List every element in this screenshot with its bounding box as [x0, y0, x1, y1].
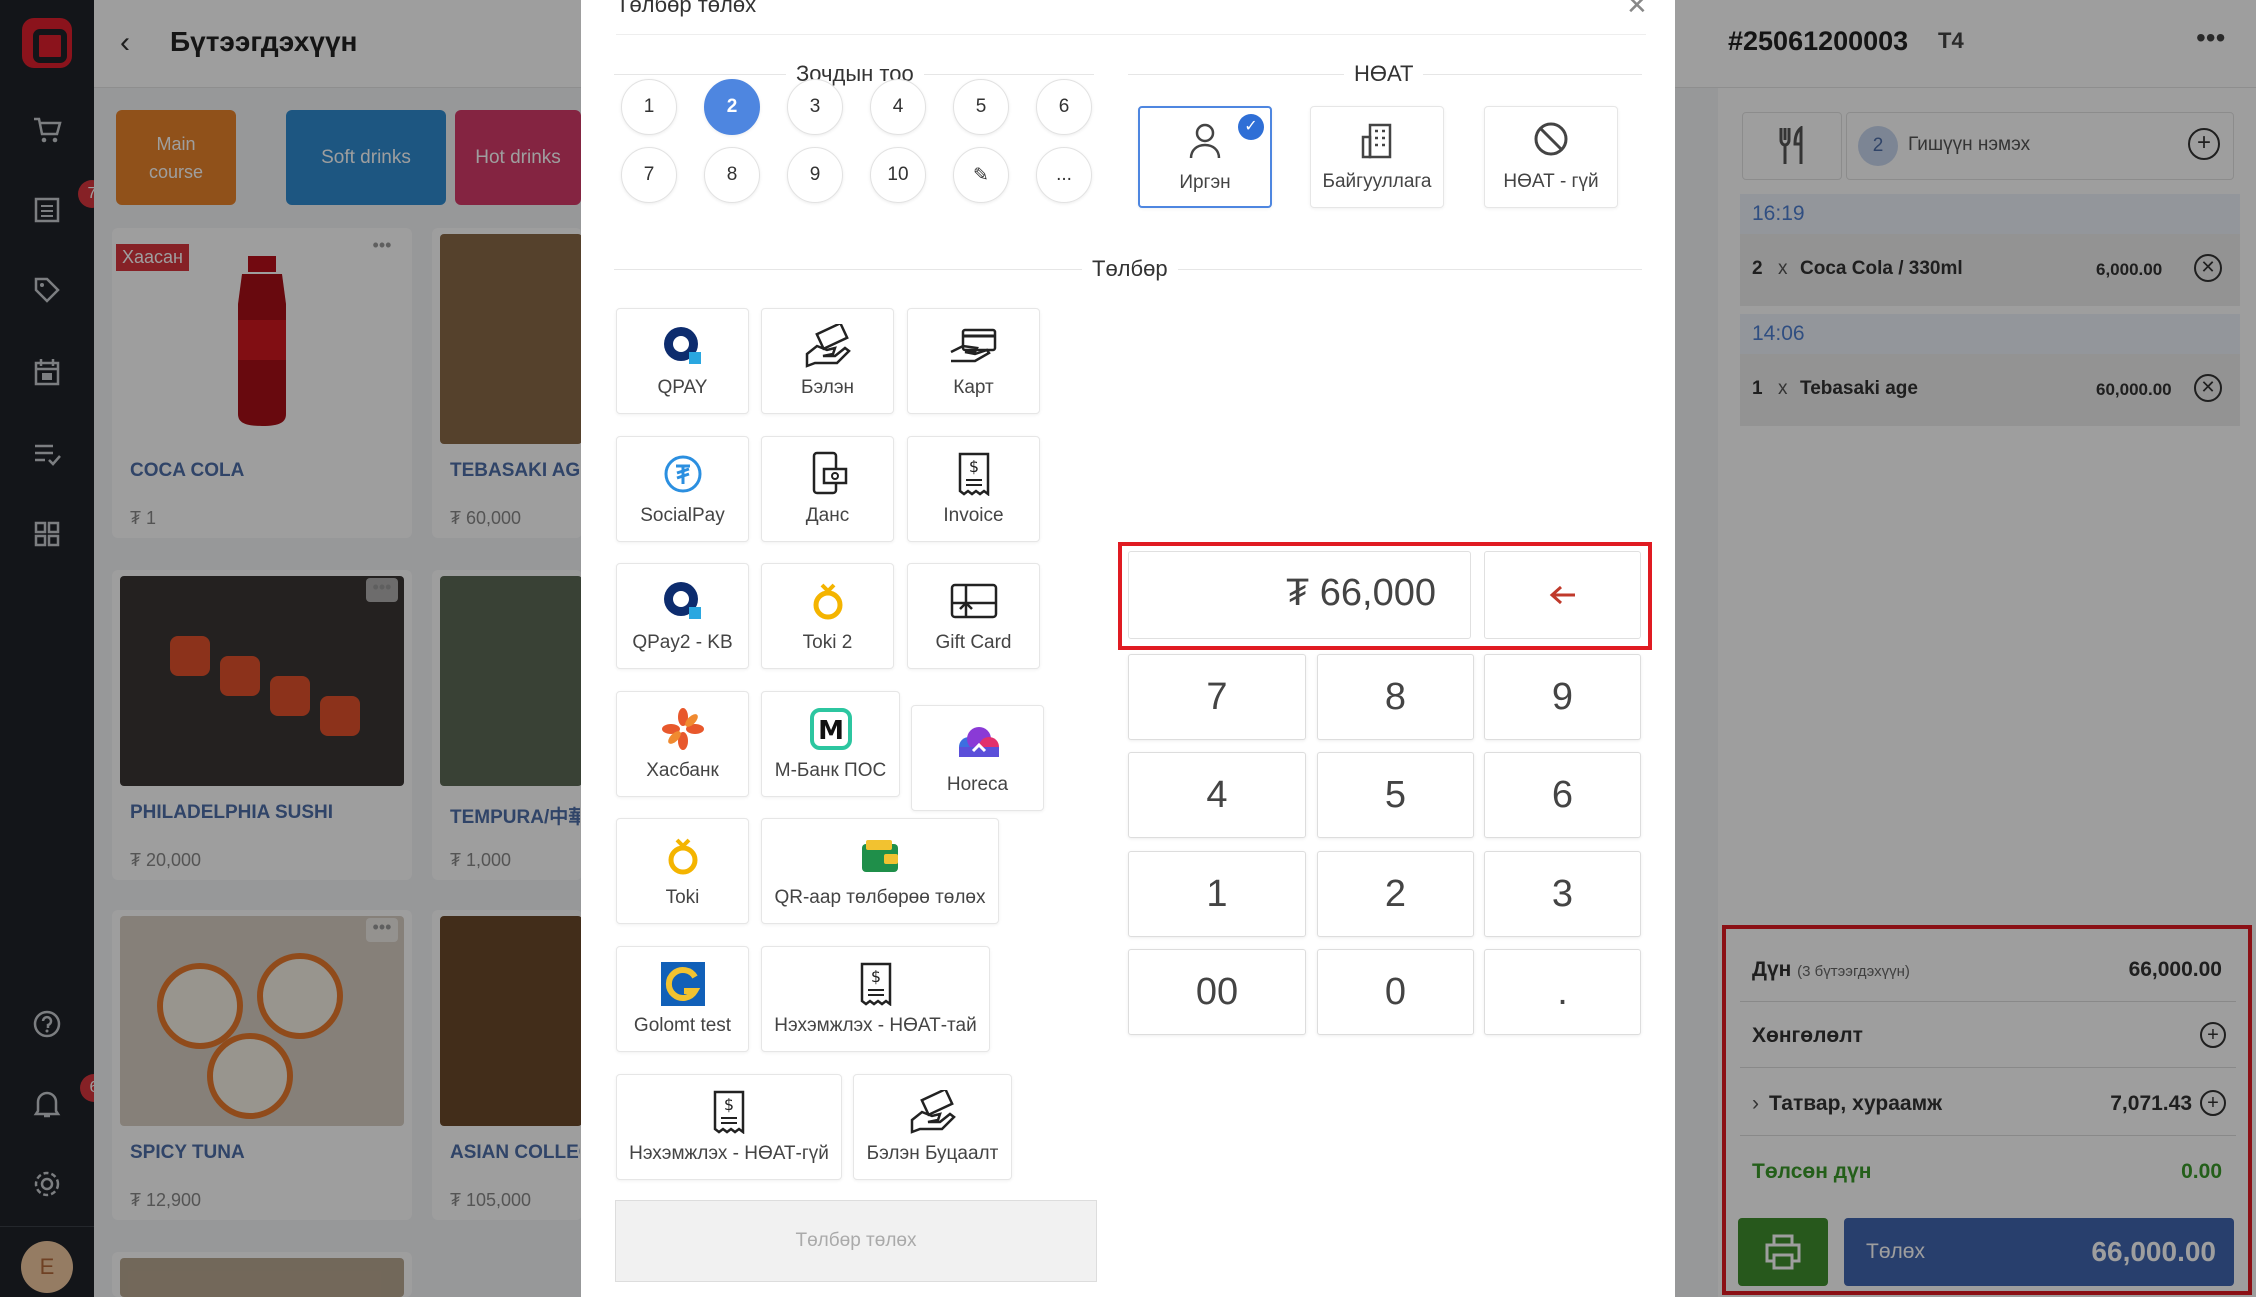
- payment-method-label: Нэхэмжлэх - НӨАТ-гүй: [629, 1143, 829, 1164]
- qpay-icon: [663, 327, 701, 364]
- vat-option-organization[interactable]: Байгууллага: [1310, 106, 1444, 208]
- guest-count-button[interactable]: 2: [704, 79, 760, 135]
- payment-method-label: QPAY: [657, 377, 708, 398]
- vat-option-label: Иргэн: [1179, 172, 1231, 193]
- cash-hand-icon: [910, 1090, 956, 1134]
- payment-method-bank-account[interactable]: Данс: [761, 436, 894, 542]
- cash-hand-icon: [805, 324, 851, 368]
- svg-text:$: $: [968, 457, 978, 476]
- golomt-icon: [660, 962, 705, 1006]
- vat-section-title: НӨАТ: [1344, 61, 1424, 87]
- modal-title: Төлбөр төлөх: [616, 0, 757, 17]
- guest-count-button[interactable]: 10: [870, 147, 926, 203]
- keypad-key[interactable]: 00: [1128, 949, 1306, 1035]
- vat-option-label: НӨАТ - гүй: [1503, 171, 1599, 192]
- guest-count-button[interactable]: 6: [1036, 79, 1092, 135]
- payment-method-label: Бэлэн: [800, 377, 855, 398]
- payment-method-label: SocialPay: [640, 505, 725, 526]
- bank-phone-icon: [812, 451, 847, 495]
- more-guests-button[interactable]: ...: [1036, 147, 1092, 203]
- payment-method-qr-pay[interactable]: QR-аар төлбөрөө төлөх: [761, 818, 999, 924]
- payment-method-cash-refund[interactable]: Бэлэн Буцаалт: [853, 1074, 1012, 1180]
- keypad-key[interactable]: 2: [1317, 851, 1474, 937]
- wallet-icon: [862, 840, 898, 872]
- payment-method-label: Invoice: [943, 505, 1004, 526]
- guest-count-button[interactable]: 5: [953, 79, 1009, 135]
- payment-method-socialpay[interactable]: SocialPay: [616, 436, 749, 542]
- person-icon: [1189, 123, 1221, 159]
- payment-method-label: QPay2 - KB: [632, 632, 733, 653]
- payment-method-qpay2-kb[interactable]: QPay2 - KB: [616, 563, 749, 669]
- keypad-key[interactable]: 0: [1317, 949, 1474, 1035]
- guest-count-button[interactable]: 8: [704, 147, 760, 203]
- payment-section-title: Төлбөр: [1082, 256, 1178, 282]
- amount-highlight: [1118, 542, 1652, 650]
- card-hand-icon: [949, 328, 996, 363]
- close-icon[interactable]: ✕: [1626, 0, 1648, 21]
- keypad-key[interactable]: 8: [1317, 654, 1474, 740]
- checkmark-icon: ✓: [1238, 114, 1264, 140]
- svg-text:$: $: [724, 1095, 734, 1114]
- keypad-key[interactable]: 4: [1128, 752, 1306, 838]
- building-icon: [1361, 123, 1392, 159]
- horeca-icon: [958, 727, 999, 757]
- payment-method-label: Gift Card: [935, 632, 1012, 653]
- payment-method-toki2[interactable]: Toki 2: [761, 563, 894, 669]
- svg-text:$: $: [870, 967, 880, 986]
- payment-method-label: Toki 2: [802, 632, 853, 653]
- gift-card-icon: [950, 583, 997, 619]
- payment-method-label: Карт: [953, 377, 994, 398]
- payment-method-label: Нэхэмжлэх - НӨАТ-тай: [774, 1015, 977, 1036]
- toki-icon: [813, 583, 842, 620]
- guest-count-button[interactable]: 1: [621, 79, 677, 135]
- payment-method-qpay[interactable]: QPAY: [616, 308, 749, 414]
- payment-method-label: Golomt test: [633, 1015, 732, 1036]
- vat-option-citizen[interactable]: Иргэн ✓: [1138, 106, 1272, 208]
- payment-method-mbank-pos[interactable]: M М-Банк ПОС: [761, 691, 900, 797]
- payment-method-gift-card[interactable]: Gift Card: [907, 563, 1040, 669]
- payment-method-label: QR-аар төлбөрөө төлөх: [774, 887, 986, 908]
- payment-method-horeca[interactable]: Horeca: [911, 705, 1044, 811]
- payment-method-toki[interactable]: Toki: [616, 818, 749, 924]
- svg-text:M: M: [818, 716, 844, 746]
- keypad-key[interactable]: 6: [1484, 752, 1641, 838]
- socialpay-icon: [664, 455, 701, 493]
- ban-icon: [1534, 122, 1568, 156]
- payment-method-xacbank[interactable]: Хасбанк: [616, 691, 749, 797]
- vat-option-label: Байгууллага: [1322, 171, 1432, 192]
- payment-method-label: Данс: [805, 505, 850, 526]
- payment-method-card[interactable]: Карт: [907, 308, 1040, 414]
- keypad-key[interactable]: .: [1484, 949, 1641, 1035]
- toki-icon: [668, 838, 697, 875]
- submit-payment-button[interactable]: Төлбөр төлөх: [615, 1200, 1097, 1282]
- payment-method-label: М-Банк ПОС: [774, 760, 887, 781]
- invoice-icon: $: [958, 452, 989, 496]
- edit-pencil-icon[interactable]: ✎: [953, 147, 1009, 203]
- payment-method-label: Toki: [665, 887, 700, 908]
- modal-header-divider: [616, 34, 1646, 35]
- invoice-icon: $: [713, 1090, 745, 1134]
- keypad-key[interactable]: 9: [1484, 654, 1641, 740]
- keypad-key[interactable]: 1: [1128, 851, 1306, 937]
- payment-method-label: Хасбанк: [646, 760, 719, 781]
- xacbank-icon: [661, 708, 704, 750]
- guest-count-button[interactable]: 9: [787, 147, 843, 203]
- mbank-icon: M: [809, 708, 852, 750]
- guest-count-button[interactable]: 4: [870, 79, 926, 135]
- keypad-key[interactable]: 3: [1484, 851, 1641, 937]
- payment-method-label: Horeca: [946, 774, 1009, 795]
- payment-method-invoice[interactable]: $ Invoice: [907, 436, 1040, 542]
- payment-method-cash[interactable]: Бэлэн: [761, 308, 894, 414]
- payment-method-label: Бэлэн Буцаалт: [866, 1143, 999, 1164]
- payment-method-invoice-with-vat[interactable]: $ Нэхэмжлэх - НӨАТ-тай: [761, 946, 990, 1052]
- guest-count-button[interactable]: 7: [621, 147, 677, 203]
- keypad-key[interactable]: 5: [1317, 752, 1474, 838]
- invoice-icon: $: [860, 962, 891, 1006]
- payment-method-golomt[interactable]: Golomt test: [616, 946, 749, 1052]
- qpay-icon: [663, 582, 701, 619]
- guest-count-button[interactable]: 3: [787, 79, 843, 135]
- payment-method-invoice-no-vat[interactable]: $ Нэхэмжлэх - НӨАТ-гүй: [616, 1074, 842, 1180]
- vat-option-no-vat[interactable]: НӨАТ - гүй: [1484, 106, 1618, 208]
- keypad-key[interactable]: 7: [1128, 654, 1306, 740]
